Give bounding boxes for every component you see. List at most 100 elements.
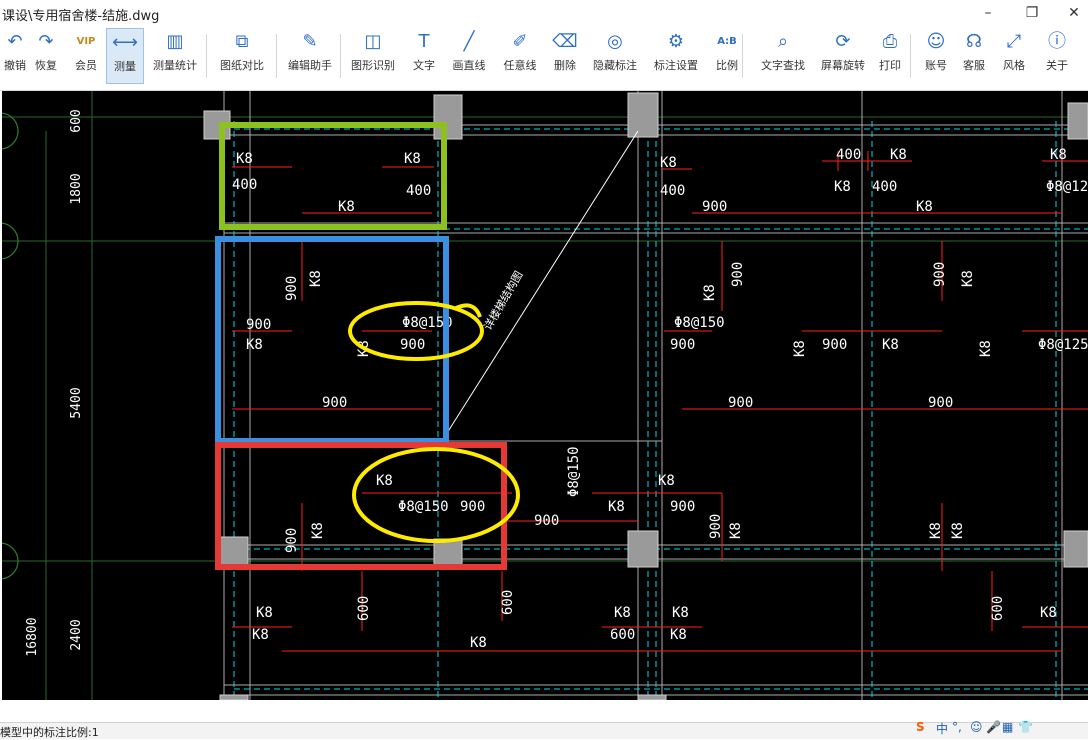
account-button[interactable]: ☺ 账号 xyxy=(918,28,954,84)
text-button[interactable]: T 文字 xyxy=(406,28,442,84)
rebar-label: Φ8@150 xyxy=(566,446,582,497)
tray-icon[interactable]: 👕 xyxy=(1018,720,1033,734)
rotate-icon: ⟳ xyxy=(835,31,851,52)
toolbar-separator xyxy=(340,34,341,78)
toolbar-label: 风格 xyxy=(1003,59,1025,72)
edit-helper-button[interactable]: ✎ 编辑助手 xyxy=(284,28,336,84)
compare-icon: ⧉ xyxy=(235,31,249,52)
rebar-label: K8 xyxy=(658,473,675,489)
rebar-label: K8 xyxy=(1050,147,1067,163)
measure-icon: ⟷ xyxy=(112,32,138,53)
vip-button[interactable]: VIP 会员 xyxy=(68,28,104,84)
rebar-label: K8 xyxy=(960,270,976,287)
rebar-label: Φ8@125 xyxy=(1038,337,1088,353)
maximize-button[interactable]: ❐ xyxy=(1012,2,1052,24)
tray-icon[interactable]: ☺ xyxy=(970,720,983,734)
rebar-label: K8 xyxy=(670,627,687,643)
scale-button[interactable]: A:B 比例 xyxy=(708,28,746,84)
dimension-label: 5400 xyxy=(69,387,84,418)
rebar-label: K8 xyxy=(950,522,966,539)
undo-button[interactable]: ↶ 撤销 xyxy=(0,28,30,84)
rebar-label: K8 xyxy=(928,522,944,539)
rebar-label: K8 xyxy=(256,605,273,621)
annotation-settings-button[interactable]: ⚙ 标注设置 xyxy=(650,28,702,84)
about-button[interactable]: ⓘ 关于 xyxy=(1038,28,1076,84)
drawing-canvas[interactable]: 详楼梯结构图 600 1800 5400 2400 16800 K8 400 K8 400 K8… xyxy=(0,91,1088,701)
tray-icon[interactable]: ▦ xyxy=(1002,720,1013,734)
measure-button[interactable]: ⟷ 测量 xyxy=(106,28,144,84)
redo-button[interactable]: ↷ 恢复 xyxy=(30,28,62,84)
tray-icon[interactable]: 🎤 xyxy=(986,720,1001,734)
rebar-label: K8 xyxy=(882,337,899,353)
rebar-label: 400 xyxy=(232,177,257,193)
rebar-label: Φ8@150 xyxy=(398,499,449,515)
rebar-label: 400 xyxy=(872,179,897,195)
search-doc-icon: ⌕ xyxy=(777,31,789,52)
text-search-button[interactable]: ⌕ 文字查找 xyxy=(754,28,812,84)
headset-icon: ☊ xyxy=(966,31,982,52)
rebar-label: 900 xyxy=(400,337,425,353)
toolbar-label: 文字查找 xyxy=(761,59,805,72)
toolbar-label: 客服 xyxy=(963,59,985,72)
rebar-label: K8 xyxy=(376,473,393,489)
shape-icon: ◫ xyxy=(364,31,382,52)
rebar-label: 900 xyxy=(822,337,847,353)
rebar-label: K8 xyxy=(338,199,355,215)
toolbar-label: 账号 xyxy=(925,59,947,72)
text-icon: T xyxy=(418,31,430,52)
rebar-label: 900 xyxy=(702,199,727,215)
dimension-label: 1800 xyxy=(69,173,84,204)
title-bar: 课设\专用宿舍楼-结施.dwg – ❐ ✕ xyxy=(0,0,1088,26)
minimize-button[interactable]: – xyxy=(968,2,1008,24)
tray-icon[interactable]: 中 xyxy=(936,720,948,737)
rebar-label: 900 xyxy=(460,499,485,515)
toolbar-label: 画直线 xyxy=(452,59,486,72)
toolbar-label: 屏幕旋转 xyxy=(821,59,865,72)
rebar-label: 900 xyxy=(246,317,271,333)
ime-logo-icon[interactable]: S xyxy=(916,720,925,734)
rebar-label: 900 xyxy=(728,395,753,411)
ime-tray: S 中 °, ☺ 🎤 ▦ 👕 xyxy=(908,720,1088,738)
undo-icon: ↶ xyxy=(7,31,23,52)
toolbar-label: 关于 xyxy=(1046,59,1068,72)
rebar-label: 400 xyxy=(406,183,431,199)
print-button[interactable]: ⎙ 打印 xyxy=(870,28,910,84)
eye-off-icon: ◎ xyxy=(607,31,623,52)
tray-icon[interactable]: °, xyxy=(952,720,962,734)
rebar-label: K8 xyxy=(660,155,677,171)
rebar-label: K8 xyxy=(246,337,263,353)
rebar-label: 600 xyxy=(500,590,516,615)
close-button[interactable]: ✕ xyxy=(1054,2,1088,24)
rebar-label: 900 xyxy=(284,276,300,301)
rebar-label: 900 xyxy=(670,499,695,515)
rebar-label: 900 xyxy=(322,395,347,411)
support-button[interactable]: ☊ 客服 xyxy=(956,28,992,84)
rebar-label: 900 xyxy=(670,337,695,353)
toolbar-separator xyxy=(910,34,911,78)
line-icon: ╱ xyxy=(463,31,475,52)
left-dimensions: 600 1800 5400 2400 16800 xyxy=(25,109,84,656)
shape-recognize-button[interactable]: ◫ 图形识别 xyxy=(346,28,400,84)
info-icon: ⓘ xyxy=(1048,31,1066,52)
eraser-icon: ⌫ xyxy=(552,31,578,52)
toolbar-label: 编辑助手 xyxy=(288,59,332,72)
toolbar-separator xyxy=(206,34,207,78)
rebar-label: K8 xyxy=(702,284,718,301)
hide-annotation-button[interactable]: ◎ 隐藏标注 xyxy=(588,28,642,84)
style-button[interactable]: ⤢ 风格 xyxy=(996,28,1032,84)
axis-bubbles xyxy=(0,112,19,580)
rotate-button[interactable]: ⟳ 屏幕旋转 xyxy=(818,28,868,84)
measure-stats-button[interactable]: ▥ 测量统计 xyxy=(148,28,202,84)
freehand-button[interactable]: ✐ 任意线 xyxy=(498,28,542,84)
column-block xyxy=(219,536,249,568)
cad-drawing: 详楼梯结构图 600 1800 5400 2400 16800 K8 400 K8 400 K8… xyxy=(0,91,1088,701)
chart-icon: ▥ xyxy=(166,31,184,52)
compare-button[interactable]: ⧉ 图纸对比 xyxy=(216,28,268,84)
column-block xyxy=(219,694,249,701)
rebar-label: K8 xyxy=(978,340,994,357)
line-button[interactable]: ╱ 画直线 xyxy=(446,28,492,84)
rebar-label: 400 xyxy=(836,147,861,163)
rebar-label: K8 xyxy=(470,635,487,651)
delete-button[interactable]: ⌫ 删除 xyxy=(546,28,584,84)
stair-diagonal-line xyxy=(441,130,639,442)
